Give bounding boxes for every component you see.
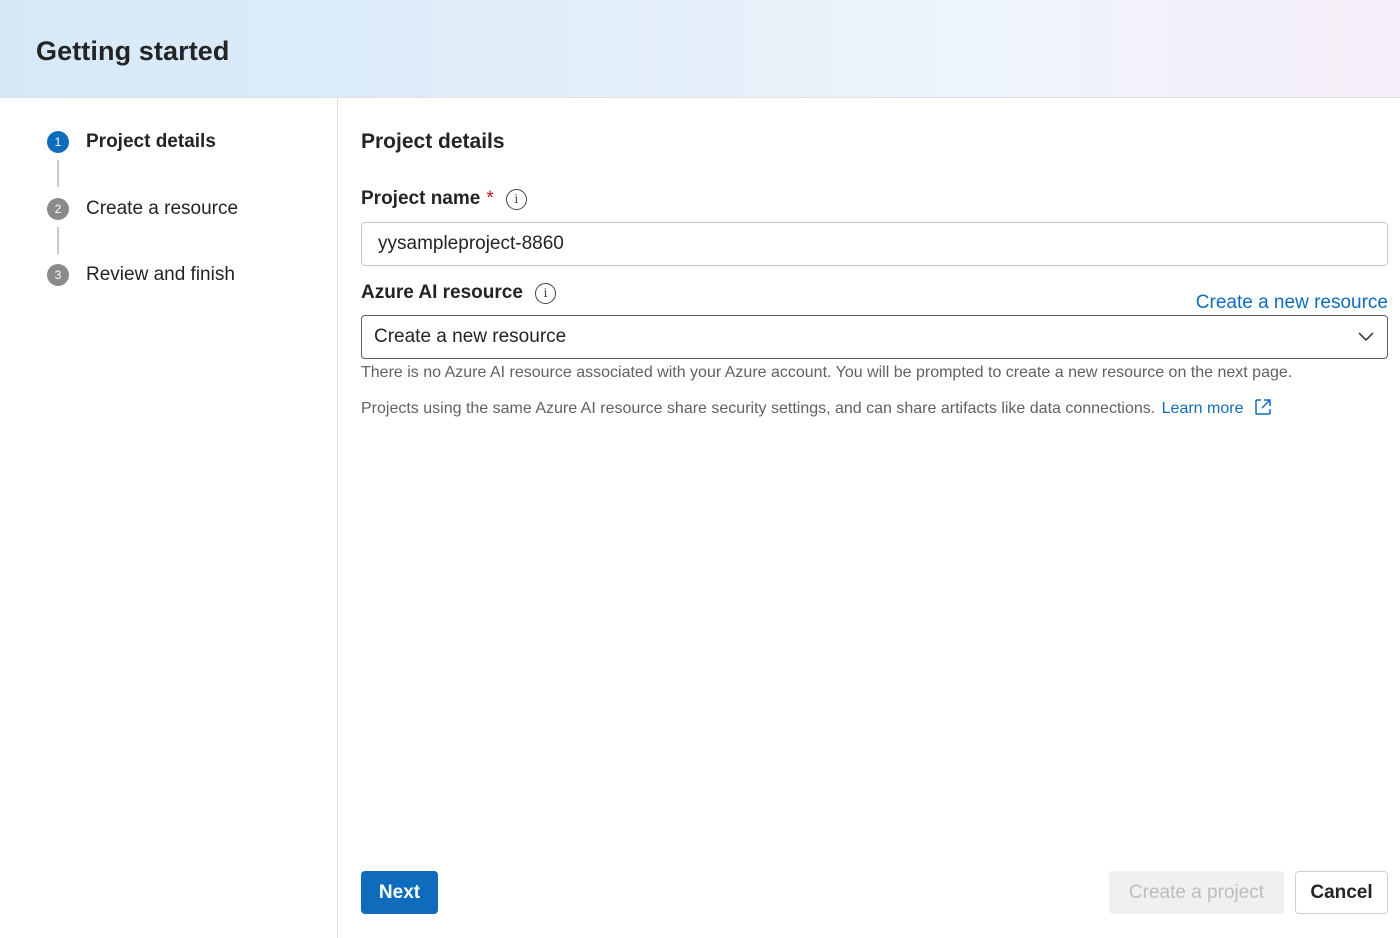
resource-note: Projects using the same Azure AI resourc… <box>361 398 1272 418</box>
azure-resource-label: Azure AI resource i <box>361 282 556 304</box>
project-name-value: yysampleproject-8860 <box>378 233 564 254</box>
step-project-details[interactable]: 1 Project details <box>47 131 216 153</box>
step-number-badge: 1 <box>47 131 69 153</box>
info-icon[interactable]: i <box>505 188 527 210</box>
dialog-header: Getting started <box>0 0 1400 98</box>
learn-more-link[interactable]: Learn more <box>1161 399 1272 417</box>
step-label: Review and finish <box>86 264 235 285</box>
step-number-badge: 2 <box>47 198 69 220</box>
main-panel: Project details Project name * i yysampl… <box>361 98 1388 938</box>
section-title: Project details <box>361 130 505 153</box>
resource-note-text: Projects using the same Azure AI resourc… <box>361 400 1156 417</box>
create-new-resource-link[interactable]: Create a new resource <box>1196 292 1388 314</box>
external-link-icon <box>1255 399 1271 415</box>
create-project-button[interactable]: Create a project <box>1109 871 1284 914</box>
azure-resource-label-text: Azure AI resource <box>361 282 523 303</box>
step-connector <box>57 160 59 187</box>
step-create-resource[interactable]: 2 Create a resource <box>47 198 238 220</box>
step-label: Project details <box>86 131 216 152</box>
learn-more-label: Learn more <box>1161 400 1244 417</box>
required-marker: * <box>486 188 494 209</box>
azure-resource-selected: Create a new resource <box>374 326 567 347</box>
project-name-input[interactable]: yysampleproject-8860 <box>361 222 1388 266</box>
info-icon[interactable]: i <box>534 282 556 304</box>
wizard-stepper: 1 Project details 2 Create a resource 3 … <box>0 98 338 938</box>
resource-helper-text: There is no Azure AI resource associated… <box>361 364 1293 381</box>
step-connector <box>57 227 59 254</box>
step-number-badge: 3 <box>47 264 69 286</box>
chevron-down-icon <box>1358 332 1374 342</box>
project-name-label: Project name * i <box>361 188 527 210</box>
step-review-finish[interactable]: 3 Review and finish <box>47 264 235 286</box>
cancel-button[interactable]: Cancel <box>1295 871 1388 914</box>
azure-resource-dropdown[interactable]: Create a new resource <box>361 315 1388 359</box>
page-title: Getting started <box>36 36 230 66</box>
project-name-label-text: Project name <box>361 188 481 209</box>
next-button[interactable]: Next <box>361 871 438 914</box>
step-label: Create a resource <box>86 198 239 219</box>
